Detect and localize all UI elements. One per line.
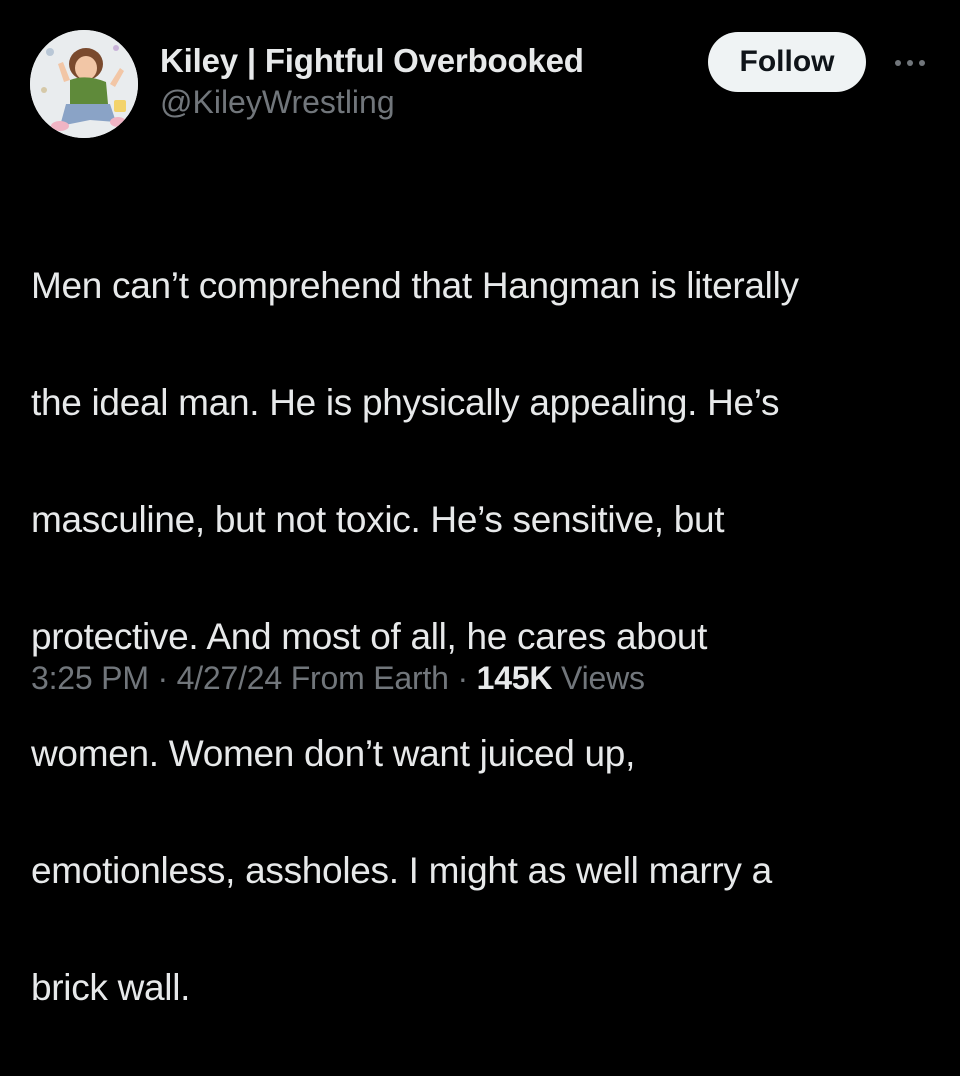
- tweet-text-line: women. Women don’t want juiced up,: [31, 732, 636, 774]
- display-name[interactable]: Kiley | Fightful Overbooked: [160, 41, 584, 81]
- tweet-meta: 3:25 PM · 4/27/24 From Earth · 145K View…: [31, 656, 645, 700]
- meta-separator: ·: [148, 660, 177, 696]
- illustrated-avatar-icon: [30, 30, 138, 138]
- tweet-text-line: brick wall.: [31, 966, 191, 1008]
- author-info: Kiley | Fightful Overbooked @KileyWrestl…: [160, 41, 584, 122]
- views-count[interactable]: 145K: [477, 660, 553, 696]
- tweet-text-line: the ideal man. He is physically appealin…: [31, 381, 780, 423]
- tweet-text-line: Men can’t comprehend that Hangman is lit…: [31, 264, 799, 306]
- tweet-text: Men can’t comprehend that Hangman is lit…: [31, 198, 931, 1076]
- avatar[interactable]: [30, 30, 138, 138]
- tweet-text-line: emotionless, assholes. I might as well m…: [31, 849, 772, 891]
- tweet-text-line: masculine, but not toxic. He’s sensitive…: [31, 498, 725, 540]
- tweet-card: Kiley | Fightful Overbooked @KileyWrestl…: [0, 0, 960, 1008]
- tweet-source: From Earth: [290, 660, 449, 696]
- tweet-date[interactable]: 4/27/24: [177, 660, 283, 696]
- more-options-button[interactable]: [888, 46, 932, 80]
- more-dots-icon: [895, 60, 925, 66]
- follow-button[interactable]: Follow: [708, 32, 866, 92]
- user-handle[interactable]: @KileyWrestling: [160, 82, 584, 122]
- views-label[interactable]: Views: [561, 660, 645, 696]
- meta-separator: ·: [448, 660, 477, 696]
- tweet-time[interactable]: 3:25 PM: [31, 660, 149, 696]
